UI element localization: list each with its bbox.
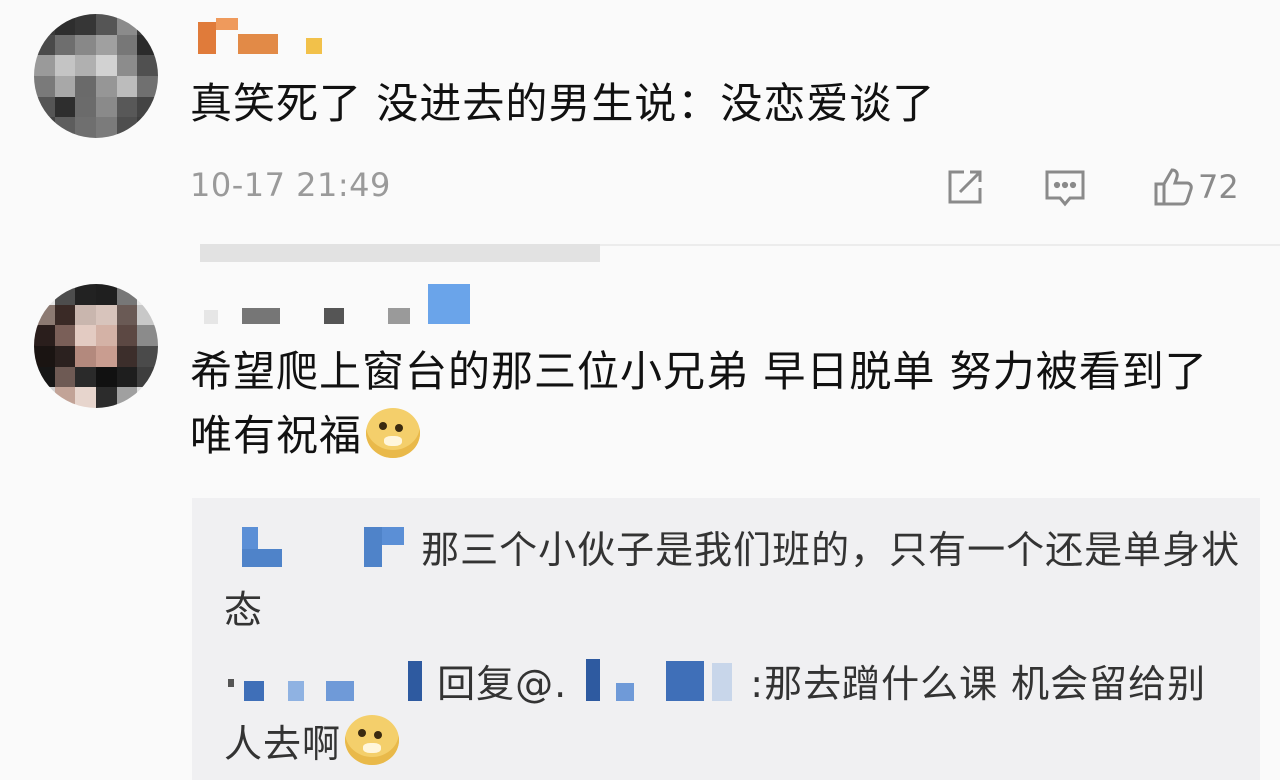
reply-section[interactable]: 那三个小伙子是我们班的，只有一个还是单身状态 回复@. :那去蹭什么课 机会留给… <box>192 498 1260 780</box>
username-mosaic[interactable] <box>198 284 478 324</box>
reply-username-mosaic[interactable] <box>224 659 424 703</box>
mention-prefix[interactable]: @. <box>515 662 567 706</box>
reply-item: 回复@. :那去蹭什么课 机会留给别人去啊 <box>224 654 1244 774</box>
username-mosaic[interactable] <box>198 14 328 54</box>
comment-text: 希望爬上窗台的那三位小兄弟 早日脱单 努力被看到了 唯有祝福 <box>190 340 1230 468</box>
mention-username-mosaic[interactable] <box>580 659 750 703</box>
comment-time: 10-17 21:49 <box>190 166 391 204</box>
comment-icon[interactable] <box>1042 164 1088 210</box>
comment-text-content: 希望爬上窗台的那三位小兄弟 早日脱单 努力被看到了 唯有祝福 <box>190 347 1208 460</box>
like-icon[interactable] <box>1150 164 1196 210</box>
divider-line <box>600 244 1280 246</box>
divider <box>200 244 600 262</box>
comment-item: 希望爬上窗台的那三位小兄弟 早日脱单 努力被看到了 唯有祝福 那三个小伙子是我们… <box>0 262 1280 780</box>
reply-word: 回复 <box>437 662 516 706</box>
comment-item: 真笑死了 没进去的男生说：没恋爱谈了 10-17 21:49 72 <box>0 0 1280 250</box>
reply-item: 那三个小伙子是我们班的，只有一个还是单身状态 <box>224 520 1244 640</box>
doge-emoji-icon <box>366 408 421 458</box>
like-count: 72 <box>1198 168 1239 206</box>
reply-username-mosaic[interactable] <box>224 525 408 569</box>
doge-emoji-icon <box>345 715 400 765</box>
avatar[interactable] <box>34 14 158 138</box>
avatar[interactable] <box>34 284 158 408</box>
comment-text: 真笑死了 没进去的男生说：没恋爱谈了 <box>190 79 936 128</box>
share-icon[interactable] <box>942 164 988 210</box>
